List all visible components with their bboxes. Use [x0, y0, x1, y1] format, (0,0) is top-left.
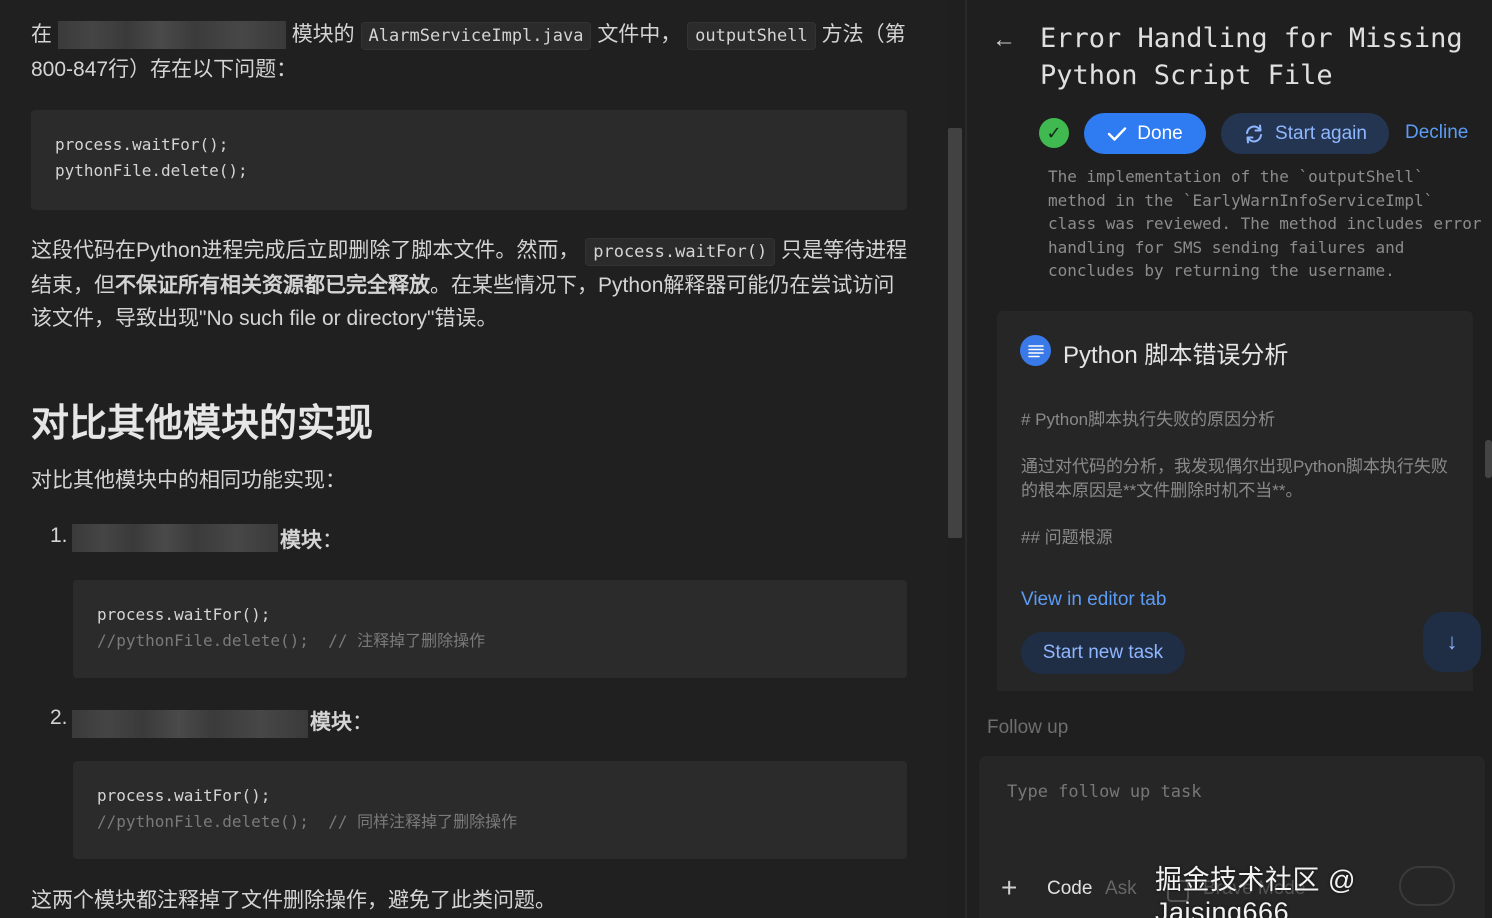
code-block-1[interactable]: process.waitFor(); pythonFile.delete();	[31, 110, 907, 210]
para-text: 。在某些情况下，Python解释器可能仍在尝试访问	[430, 274, 895, 297]
compare-intro: 对比其他模块中的相同功能实现：	[31, 469, 346, 492]
document-pane: 在 模块的 AlarmServiceImpl.java 文件中， outputS…	[0, 0, 948, 918]
card-line-body: 通过对代码的分析，我发现偶尔出现Python脚本执行失败的根本原因是**文件删除…	[1021, 457, 1448, 500]
intro-paragraph: 在 模块的 AlarmServiceImpl.java 文件中， outputS…	[31, 18, 911, 86]
intro-line2: 800-847行）存在以下问题：	[31, 58, 298, 81]
card-line-heading: # Python脚本执行失败的原因分析	[1021, 410, 1276, 429]
follow-up-input[interactable]	[1007, 782, 1467, 802]
redacted-module-1	[72, 524, 278, 552]
list-item-2-title: 模块：	[310, 711, 373, 734]
check-circle-icon: ✓	[1039, 118, 1069, 148]
done-label: Done	[1137, 122, 1183, 144]
card-title[interactable]: Python 脚本错误分析	[1063, 335, 1288, 370]
inline-code-waitfor: process.waitFor()	[585, 238, 776, 266]
task-summary: The implementation of the `outputShell` …	[1048, 167, 1482, 280]
decline-button[interactable]: Decline	[1405, 122, 1468, 144]
document-scrollbar[interactable]	[948, 128, 962, 538]
watermark: 掘金技术社区 @ Jaising666	[1155, 865, 1356, 918]
mode-ask-tab[interactable]: Ask	[1105, 878, 1137, 900]
inline-code-filename: AlarmServiceImpl.java	[360, 22, 592, 50]
para-text: 结束，但	[31, 274, 115, 297]
section-heading: 对比其他模块的实现	[31, 403, 374, 445]
para-text: 只是等待进程	[781, 239, 908, 262]
start-again-button[interactable]: Start again	[1221, 113, 1389, 154]
checkmark-icon	[1108, 126, 1127, 141]
task-title: Error Handling for Missing Python Script…	[1040, 23, 1463, 91]
list-item-1-title: 模块：	[280, 529, 343, 552]
code-block-3[interactable]: process.waitFor(); //pythonFile.delete()…	[73, 761, 907, 859]
start-new-task-button[interactable]: Start new task	[1021, 632, 1185, 674]
follow-up-label: Follow up	[987, 717, 1069, 738]
list-number-1: 1.	[50, 524, 68, 547]
code-line: process.waitFor();	[55, 135, 229, 154]
document-icon	[1020, 335, 1051, 366]
agent-panel: ← Error Handling for Missing Python Scri…	[967, 0, 1492, 918]
redacted-module-2	[72, 710, 308, 738]
code-line: //pythonFile.delete(); // 注释掉了删除操作	[97, 631, 486, 650]
code-line: process.waitFor();	[97, 605, 271, 624]
intro-suffix: 方法（第	[821, 23, 906, 46]
conclusion-paragraph: 这两个模块都注释掉了文件删除操作，避免了此类问题。	[31, 889, 556, 912]
back-arrow-icon[interactable]: ←	[992, 26, 1016, 54]
intro-mid2: 文件中，	[597, 23, 682, 46]
para-bold: 不保证所有相关资源都已完全释放	[115, 274, 430, 297]
intro-prefix: 在	[31, 23, 52, 46]
para-text: 该文件，导致出现"No such file or directory"错误。	[31, 307, 498, 330]
para-text: 这段代码在Python进程完成后立即删除了脚本文件。然而，	[31, 239, 580, 262]
start-again-label: Start again	[1275, 122, 1367, 144]
panel-scrollbar[interactable]	[1485, 440, 1492, 478]
intro-mid1: 模块的	[291, 23, 355, 46]
card-line-subheading: ## 问题根源	[1021, 528, 1113, 547]
explanation-paragraph: 这段代码在Python进程完成后立即删除了脚本文件。然而， process.wa…	[31, 234, 911, 335]
inline-code-method: outputShell	[687, 22, 816, 50]
result-card: Python 脚本错误分析 # Python脚本执行失败的原因分析 通过对代码的…	[997, 311, 1473, 691]
refresh-icon	[1246, 124, 1263, 143]
redacted-module-name	[57, 21, 286, 50]
code-line: pythonFile.delete();	[55, 161, 248, 180]
scroll-down-arrow-icon[interactable]: ↓	[1423, 612, 1481, 672]
done-button[interactable]: Done	[1084, 113, 1206, 154]
list-number-2: 2.	[50, 706, 68, 729]
code-line: //pythonFile.delete(); // 同样注释掉了删除操作	[97, 812, 518, 831]
code-line: process.waitFor();	[97, 786, 271, 805]
code-block-2[interactable]: process.waitFor(); //pythonFile.delete()…	[73, 580, 907, 678]
mode-code-tab[interactable]: Code	[1047, 878, 1092, 900]
plus-icon[interactable]: +	[1001, 874, 1017, 902]
view-in-editor-link[interactable]: View in editor tab	[1021, 589, 1166, 611]
